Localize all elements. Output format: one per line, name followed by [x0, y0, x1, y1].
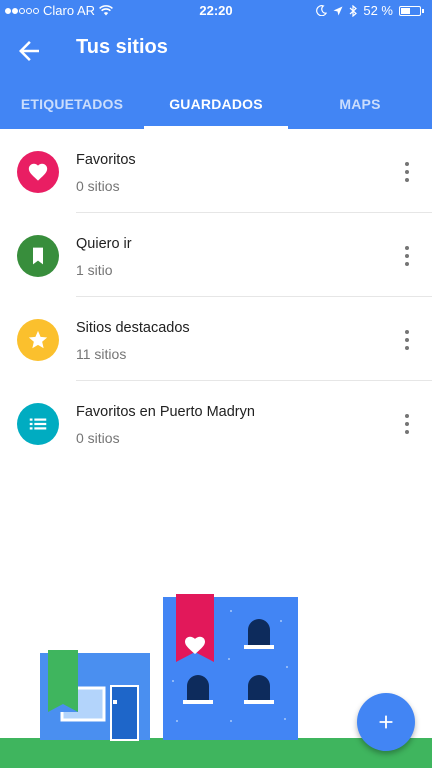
moon-icon — [316, 5, 328, 16]
battery-icon — [399, 5, 421, 16]
more-options-icon[interactable] — [401, 246, 413, 266]
more-options-icon[interactable] — [401, 330, 413, 350]
saved-lists: Favoritos 0 sitios Quiero ir 1 sitio Sit… — [0, 129, 432, 465]
back-arrow-icon — [19, 41, 39, 61]
list-item-sitios-destacados[interactable]: Sitios destacados 11 sitios — [0, 297, 432, 381]
app-header: Claro AR 22:20 52 % Tus sitios ETIQUETAD… — [0, 0, 432, 129]
bluetooth-icon — [349, 4, 358, 17]
add-list-button[interactable] — [357, 693, 415, 751]
list-count: 0 sitios — [76, 430, 120, 446]
heart-icon — [28, 163, 48, 181]
list-icon-badge — [17, 319, 59, 361]
bookmark-icon — [33, 247, 43, 265]
list-title: Quiero ir — [76, 236, 132, 252]
more-options-icon[interactable] — [401, 414, 413, 434]
tab-guardados[interactable]: GUARDADOS — [144, 80, 288, 129]
list-item-puerto-madryn[interactable]: Favoritos en Puerto Madryn 0 sitios — [0, 381, 432, 465]
list-item-favoritos[interactable]: Favoritos 0 sitios — [0, 129, 432, 213]
tab-etiquetados[interactable]: ETIQUETADOS — [0, 80, 144, 129]
back-button[interactable] — [14, 36, 44, 66]
list-icon-badge — [17, 151, 59, 193]
list-title: Sitios destacados — [76, 320, 190, 336]
list-icon-badge — [17, 235, 59, 277]
more-options-icon[interactable] — [401, 162, 413, 182]
list-count: 1 sitio — [76, 262, 113, 278]
battery-percent: 52 % — [363, 3, 393, 18]
status-bar: Claro AR 22:20 52 % — [0, 0, 432, 22]
plus-icon — [379, 715, 393, 729]
list-item-quiero-ir[interactable]: Quiero ir 1 sitio — [0, 213, 432, 297]
list-count: 11 sitios — [76, 346, 127, 362]
page-title: Tus sitios — [76, 36, 168, 58]
status-right: 52 % — [316, 3, 424, 18]
location-arrow-icon — [333, 6, 343, 15]
list-count: 0 sitios — [76, 178, 120, 194]
list-title: Favoritos — [76, 152, 136, 168]
list-title: Favoritos en Puerto Madryn — [76, 404, 255, 420]
toolbar: Tus sitios — [0, 22, 432, 78]
list-icon — [29, 418, 47, 430]
tab-maps[interactable]: MAPS — [288, 80, 432, 129]
tab-bar: ETIQUETADOS GUARDADOS MAPS — [0, 80, 432, 129]
list-icon-badge — [17, 403, 59, 445]
battery-cap — [422, 8, 424, 13]
star-icon — [28, 330, 48, 349]
